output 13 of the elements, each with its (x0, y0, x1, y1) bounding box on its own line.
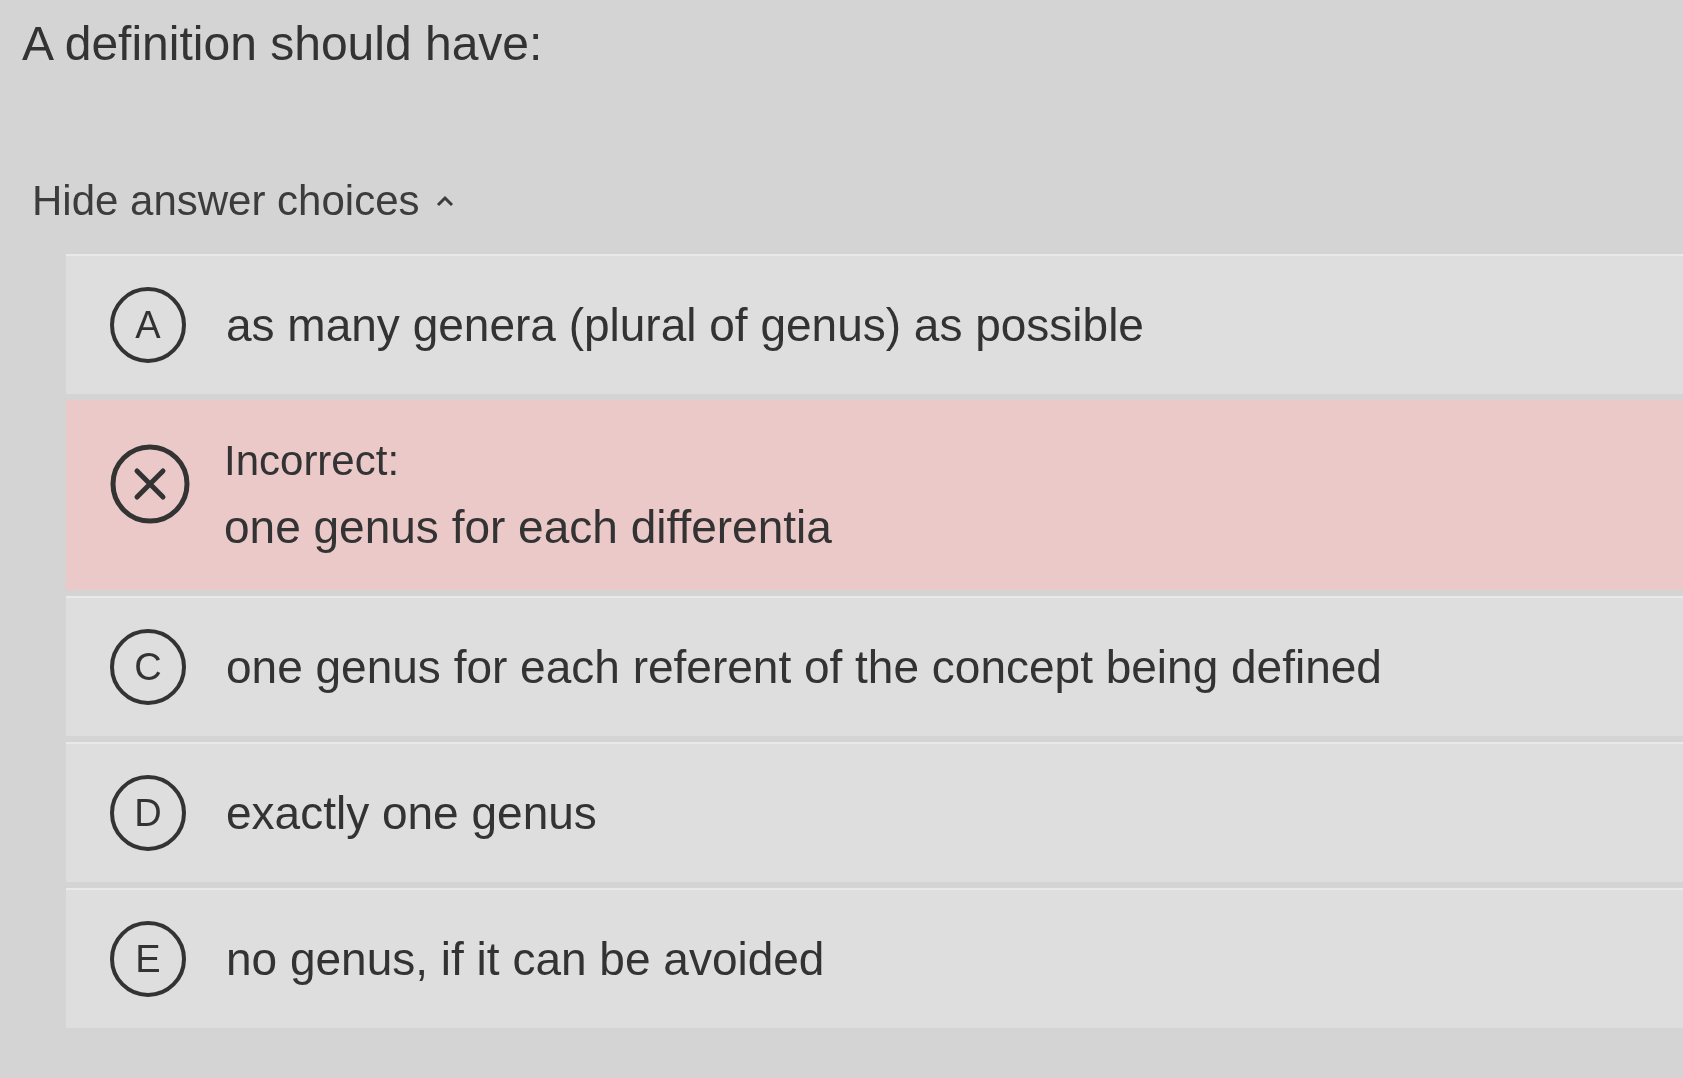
choice-letter: E (110, 921, 186, 997)
choice-text: as many genera (plural of genus) as possible (226, 298, 1144, 352)
choice-text: one genus for each differentia (224, 500, 832, 554)
choice-letter: C (110, 629, 186, 705)
choice-text: one genus for each referent of the concept being defined (226, 640, 1382, 694)
feedback-label: Incorrect: (224, 436, 400, 486)
choice-text: exactly one genus (226, 786, 597, 840)
choice-letter: D (110, 775, 186, 851)
x-circle-icon (110, 444, 190, 524)
choice-letter: A (110, 287, 186, 363)
choice-text: no genus, if it can be avoided (226, 932, 825, 986)
hide-answers-toggle[interactable]: Hide answer choices (32, 176, 454, 226)
question-text: A definition should have: (22, 16, 543, 72)
